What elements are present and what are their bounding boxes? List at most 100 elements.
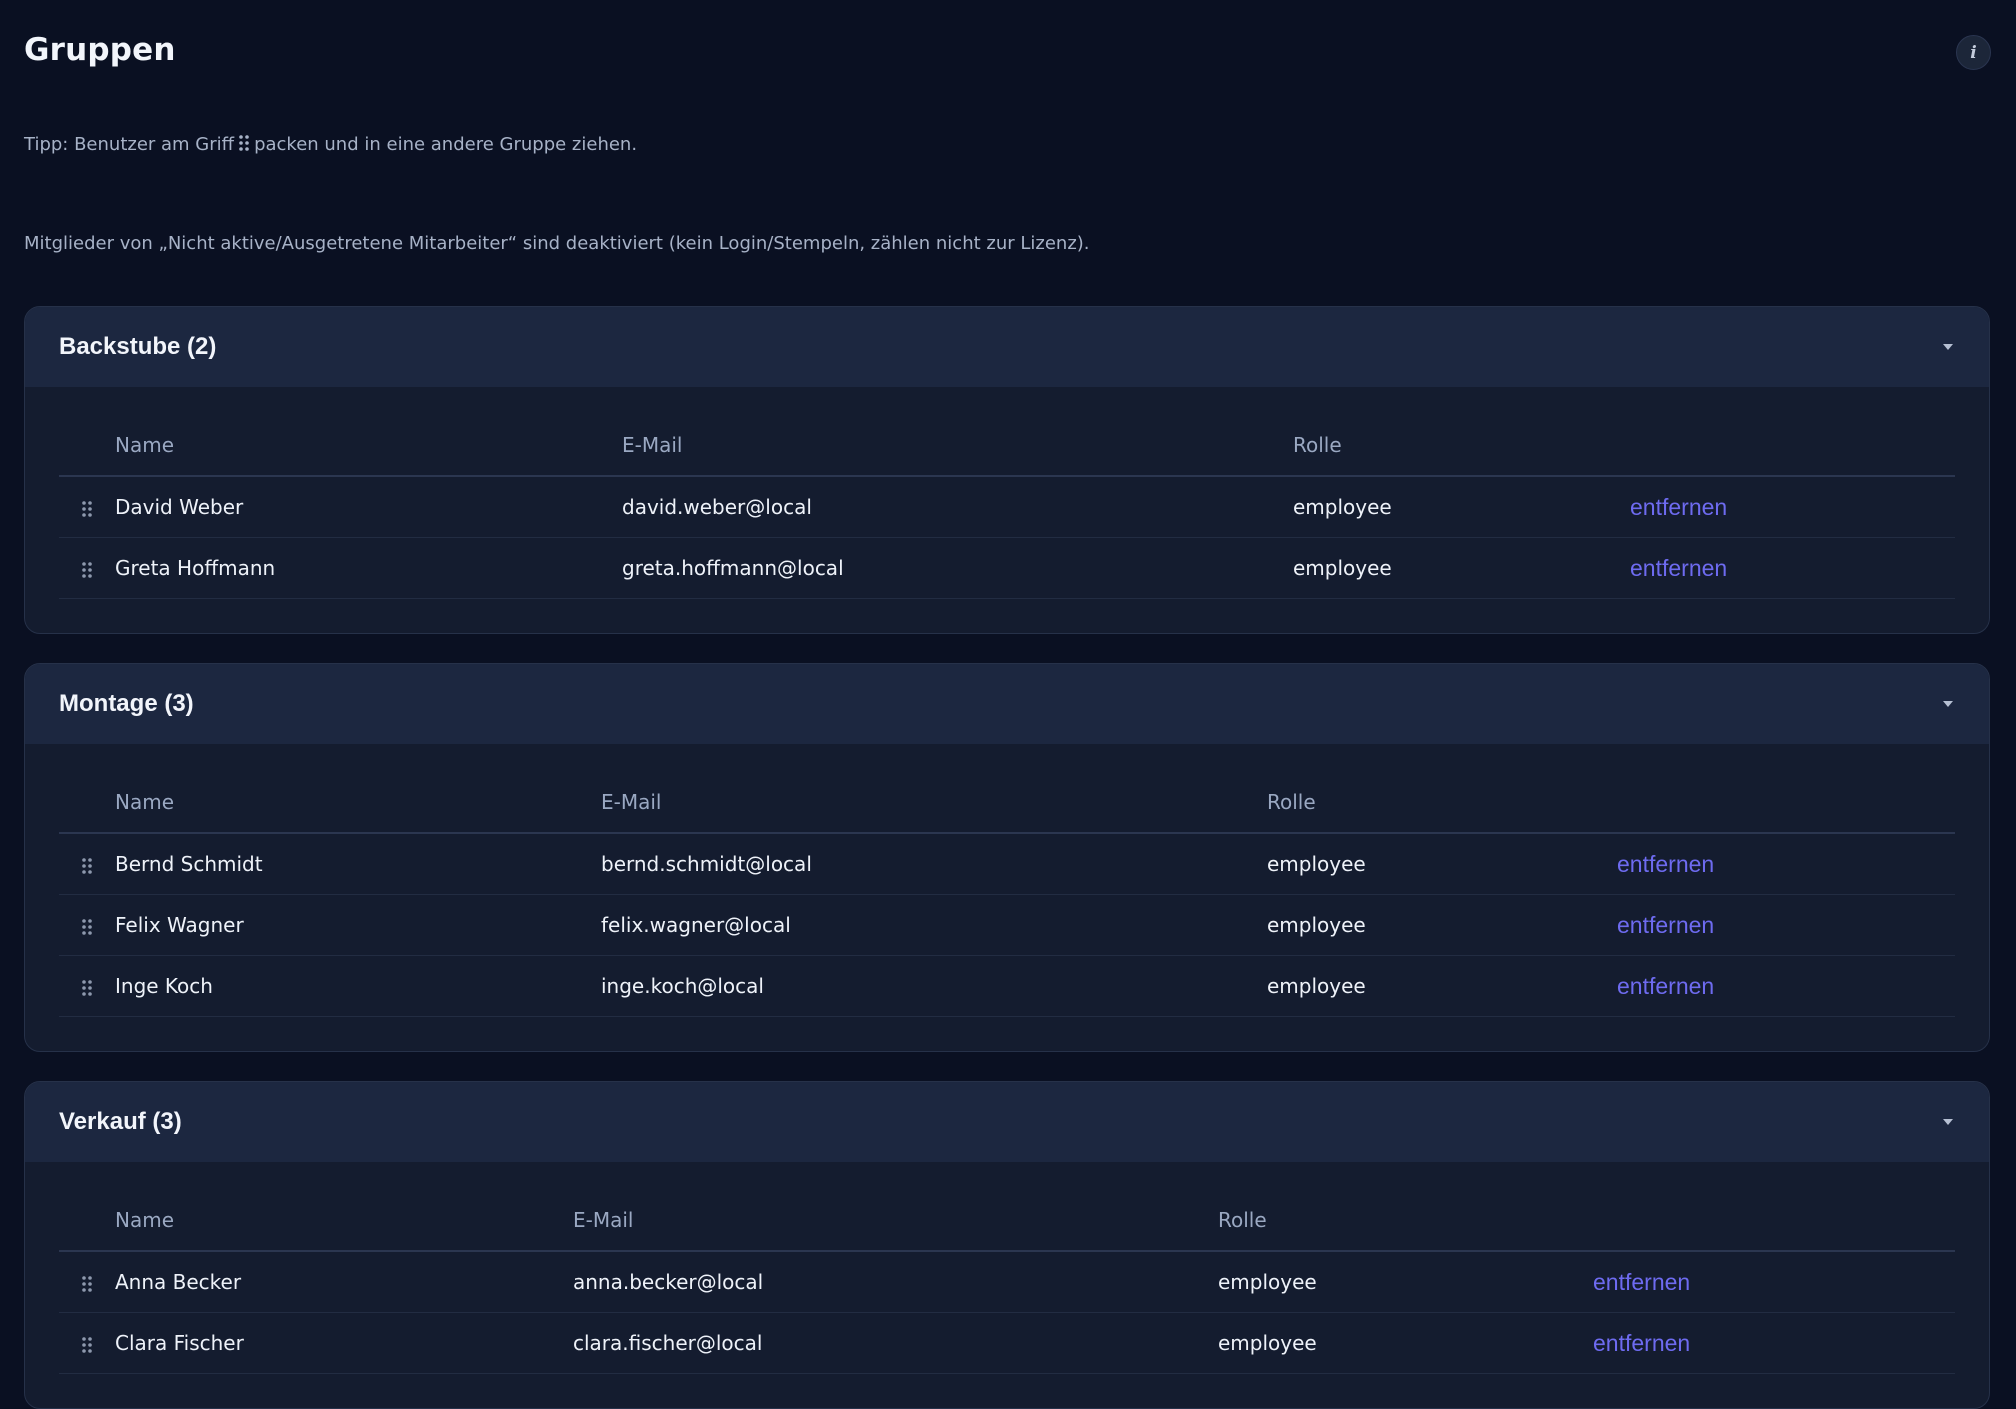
member-name: Greta Hoffmann <box>115 537 622 599</box>
member-role: employee <box>1267 833 1617 895</box>
column-header-drag <box>59 1190 115 1252</box>
column-header-name: Name <box>115 1190 573 1252</box>
column-header-name: Name <box>115 415 622 477</box>
grip-vertical-icon[interactable] <box>81 500 93 518</box>
grip-vertical-icon[interactable] <box>81 1336 93 1354</box>
column-header-role: Rolle <box>1218 1190 1593 1252</box>
table-row: David Weber david.weber@local employee e… <box>59 476 1955 538</box>
members-table: Name E-Mail Rolle Anna Becker anna.becke… <box>59 1190 1955 1374</box>
column-header-actions <box>1617 772 1955 834</box>
drag-handle[interactable] <box>59 476 115 538</box>
member-actions: entfernen <box>1593 1312 1955 1374</box>
member-email: greta.hoffmann@local <box>622 537 1293 599</box>
info-button[interactable]: i <box>1956 35 1991 70</box>
column-header-actions <box>1630 415 1955 477</box>
column-header-role: Rolle <box>1293 415 1630 477</box>
member-role: employee <box>1218 1312 1593 1374</box>
grip-vertical-icon[interactable] <box>81 561 93 579</box>
member-email: bernd.schmidt@local <box>601 833 1267 895</box>
member-actions: entfernen <box>1630 476 1955 538</box>
column-header-role: Rolle <box>1267 772 1617 834</box>
remove-member-link[interactable]: entfernen <box>1617 973 1714 999</box>
remove-member-link[interactable]: entfernen <box>1593 1269 1690 1295</box>
page-title: Gruppen <box>24 32 176 68</box>
column-header-email: E-Mail <box>601 772 1267 834</box>
grip-vertical-icon[interactable] <box>81 979 93 997</box>
group-title: Montage (3) <box>59 690 194 717</box>
member-actions: entfernen <box>1617 894 1955 956</box>
drag-handle[interactable] <box>59 955 115 1017</box>
drag-handle[interactable] <box>59 1251 115 1313</box>
table-header-row: Name E-Mail Rolle <box>59 772 1955 834</box>
members-table: Name E-Mail Rolle Bernd Schmidt bernd.sc… <box>59 772 1955 1017</box>
drag-hint: Tipp: Benutzer am Griff packen und in ei… <box>24 134 637 155</box>
member-actions: entfernen <box>1593 1251 1955 1313</box>
grip-vertical-icon[interactable] <box>81 857 93 875</box>
remove-member-link[interactable]: entfernen <box>1593 1330 1690 1356</box>
table-row: Bernd Schmidt bernd.schmidt@local employ… <box>59 833 1955 895</box>
group-title: Backstube (2) <box>59 333 217 360</box>
member-role: employee <box>1267 894 1617 956</box>
group-body: Name E-Mail Rolle Anna Becker anna.becke… <box>25 1162 1989 1408</box>
table-row: Clara Fischer clara.fischer@local employ… <box>59 1312 1955 1374</box>
drag-hint-text-start: Tipp: Benutzer am Griff <box>24 134 235 155</box>
grip-vertical-icon[interactable] <box>81 918 93 936</box>
remove-member-link[interactable]: entfernen <box>1630 494 1727 520</box>
deactivated-hint: Mitglieder von „Nicht aktive/Ausgetreten… <box>24 233 1090 254</box>
member-role: employee <box>1267 955 1617 1017</box>
members-table: Name E-Mail Rolle David Weber david.webe… <box>59 415 1955 599</box>
member-role: employee <box>1218 1251 1593 1313</box>
column-header-drag <box>59 772 115 834</box>
member-name: Anna Becker <box>115 1251 573 1313</box>
table-header-row: Name E-Mail Rolle <box>59 415 1955 477</box>
chevron-down-icon[interactable] <box>1941 1115 1955 1129</box>
member-email: david.weber@local <box>622 476 1293 538</box>
member-role: employee <box>1293 476 1630 538</box>
table-row: Inge Koch inge.koch@local employee entfe… <box>59 955 1955 1017</box>
group-card-backstube: Backstube (2) Name E-Mail Rolle David We… <box>24 306 1990 634</box>
group-header-verkauf[interactable]: Verkauf (3) <box>25 1082 1989 1162</box>
group-body: Name E-Mail Rolle Bernd Schmidt bernd.sc… <box>25 744 1989 1051</box>
column-header-email: E-Mail <box>622 415 1293 477</box>
drag-hint-text-end: packen und in eine andere Gruppe ziehen. <box>254 134 638 155</box>
member-email: anna.becker@local <box>573 1251 1218 1313</box>
remove-member-link[interactable]: entfernen <box>1617 851 1714 877</box>
group-title: Verkauf (3) <box>59 1108 182 1135</box>
table-row: Anna Becker anna.becker@local employee e… <box>59 1251 1955 1313</box>
member-name: David Weber <box>115 476 622 538</box>
table-row: Greta Hoffmann greta.hoffmann@local empl… <box>59 537 1955 599</box>
member-name: Felix Wagner <box>115 894 601 956</box>
group-card-montage: Montage (3) Name E-Mail Rolle Bernd Schm… <box>24 663 1990 1052</box>
group-header-backstube[interactable]: Backstube (2) <box>25 307 1989 387</box>
remove-member-link[interactable]: entfernen <box>1630 555 1727 581</box>
member-email: clara.fischer@local <box>573 1312 1218 1374</box>
chevron-down-icon[interactable] <box>1941 340 1955 354</box>
drag-handle[interactable] <box>59 833 115 895</box>
group-body: Name E-Mail Rolle David Weber david.webe… <box>25 387 1989 633</box>
member-actions: entfernen <box>1617 955 1955 1017</box>
info-icon: i <box>1970 42 1977 63</box>
drag-handle[interactable] <box>59 537 115 599</box>
member-actions: entfernen <box>1617 833 1955 895</box>
drag-handle[interactable] <box>59 894 115 956</box>
table-row: Felix Wagner felix.wagner@local employee… <box>59 894 1955 956</box>
column-header-actions <box>1593 1190 1955 1252</box>
group-card-verkauf: Verkauf (3) Name E-Mail Rolle Anna Becke… <box>24 1081 1990 1409</box>
member-email: felix.wagner@local <box>601 894 1267 956</box>
grip-vertical-icon <box>239 135 249 151</box>
group-header-montage[interactable]: Montage (3) <box>25 664 1989 744</box>
member-name: Clara Fischer <box>115 1312 573 1374</box>
table-header-row: Name E-Mail Rolle <box>59 1190 1955 1252</box>
column-header-name: Name <box>115 772 601 834</box>
member-name: Bernd Schmidt <box>115 833 601 895</box>
member-role: employee <box>1293 537 1630 599</box>
grip-vertical-icon[interactable] <box>81 1275 93 1293</box>
column-header-drag <box>59 415 115 477</box>
remove-member-link[interactable]: entfernen <box>1617 912 1714 938</box>
member-email: inge.koch@local <box>601 955 1267 1017</box>
drag-handle[interactable] <box>59 1312 115 1374</box>
chevron-down-icon[interactable] <box>1941 697 1955 711</box>
member-actions: entfernen <box>1630 537 1955 599</box>
column-header-email: E-Mail <box>573 1190 1218 1252</box>
member-name: Inge Koch <box>115 955 601 1017</box>
